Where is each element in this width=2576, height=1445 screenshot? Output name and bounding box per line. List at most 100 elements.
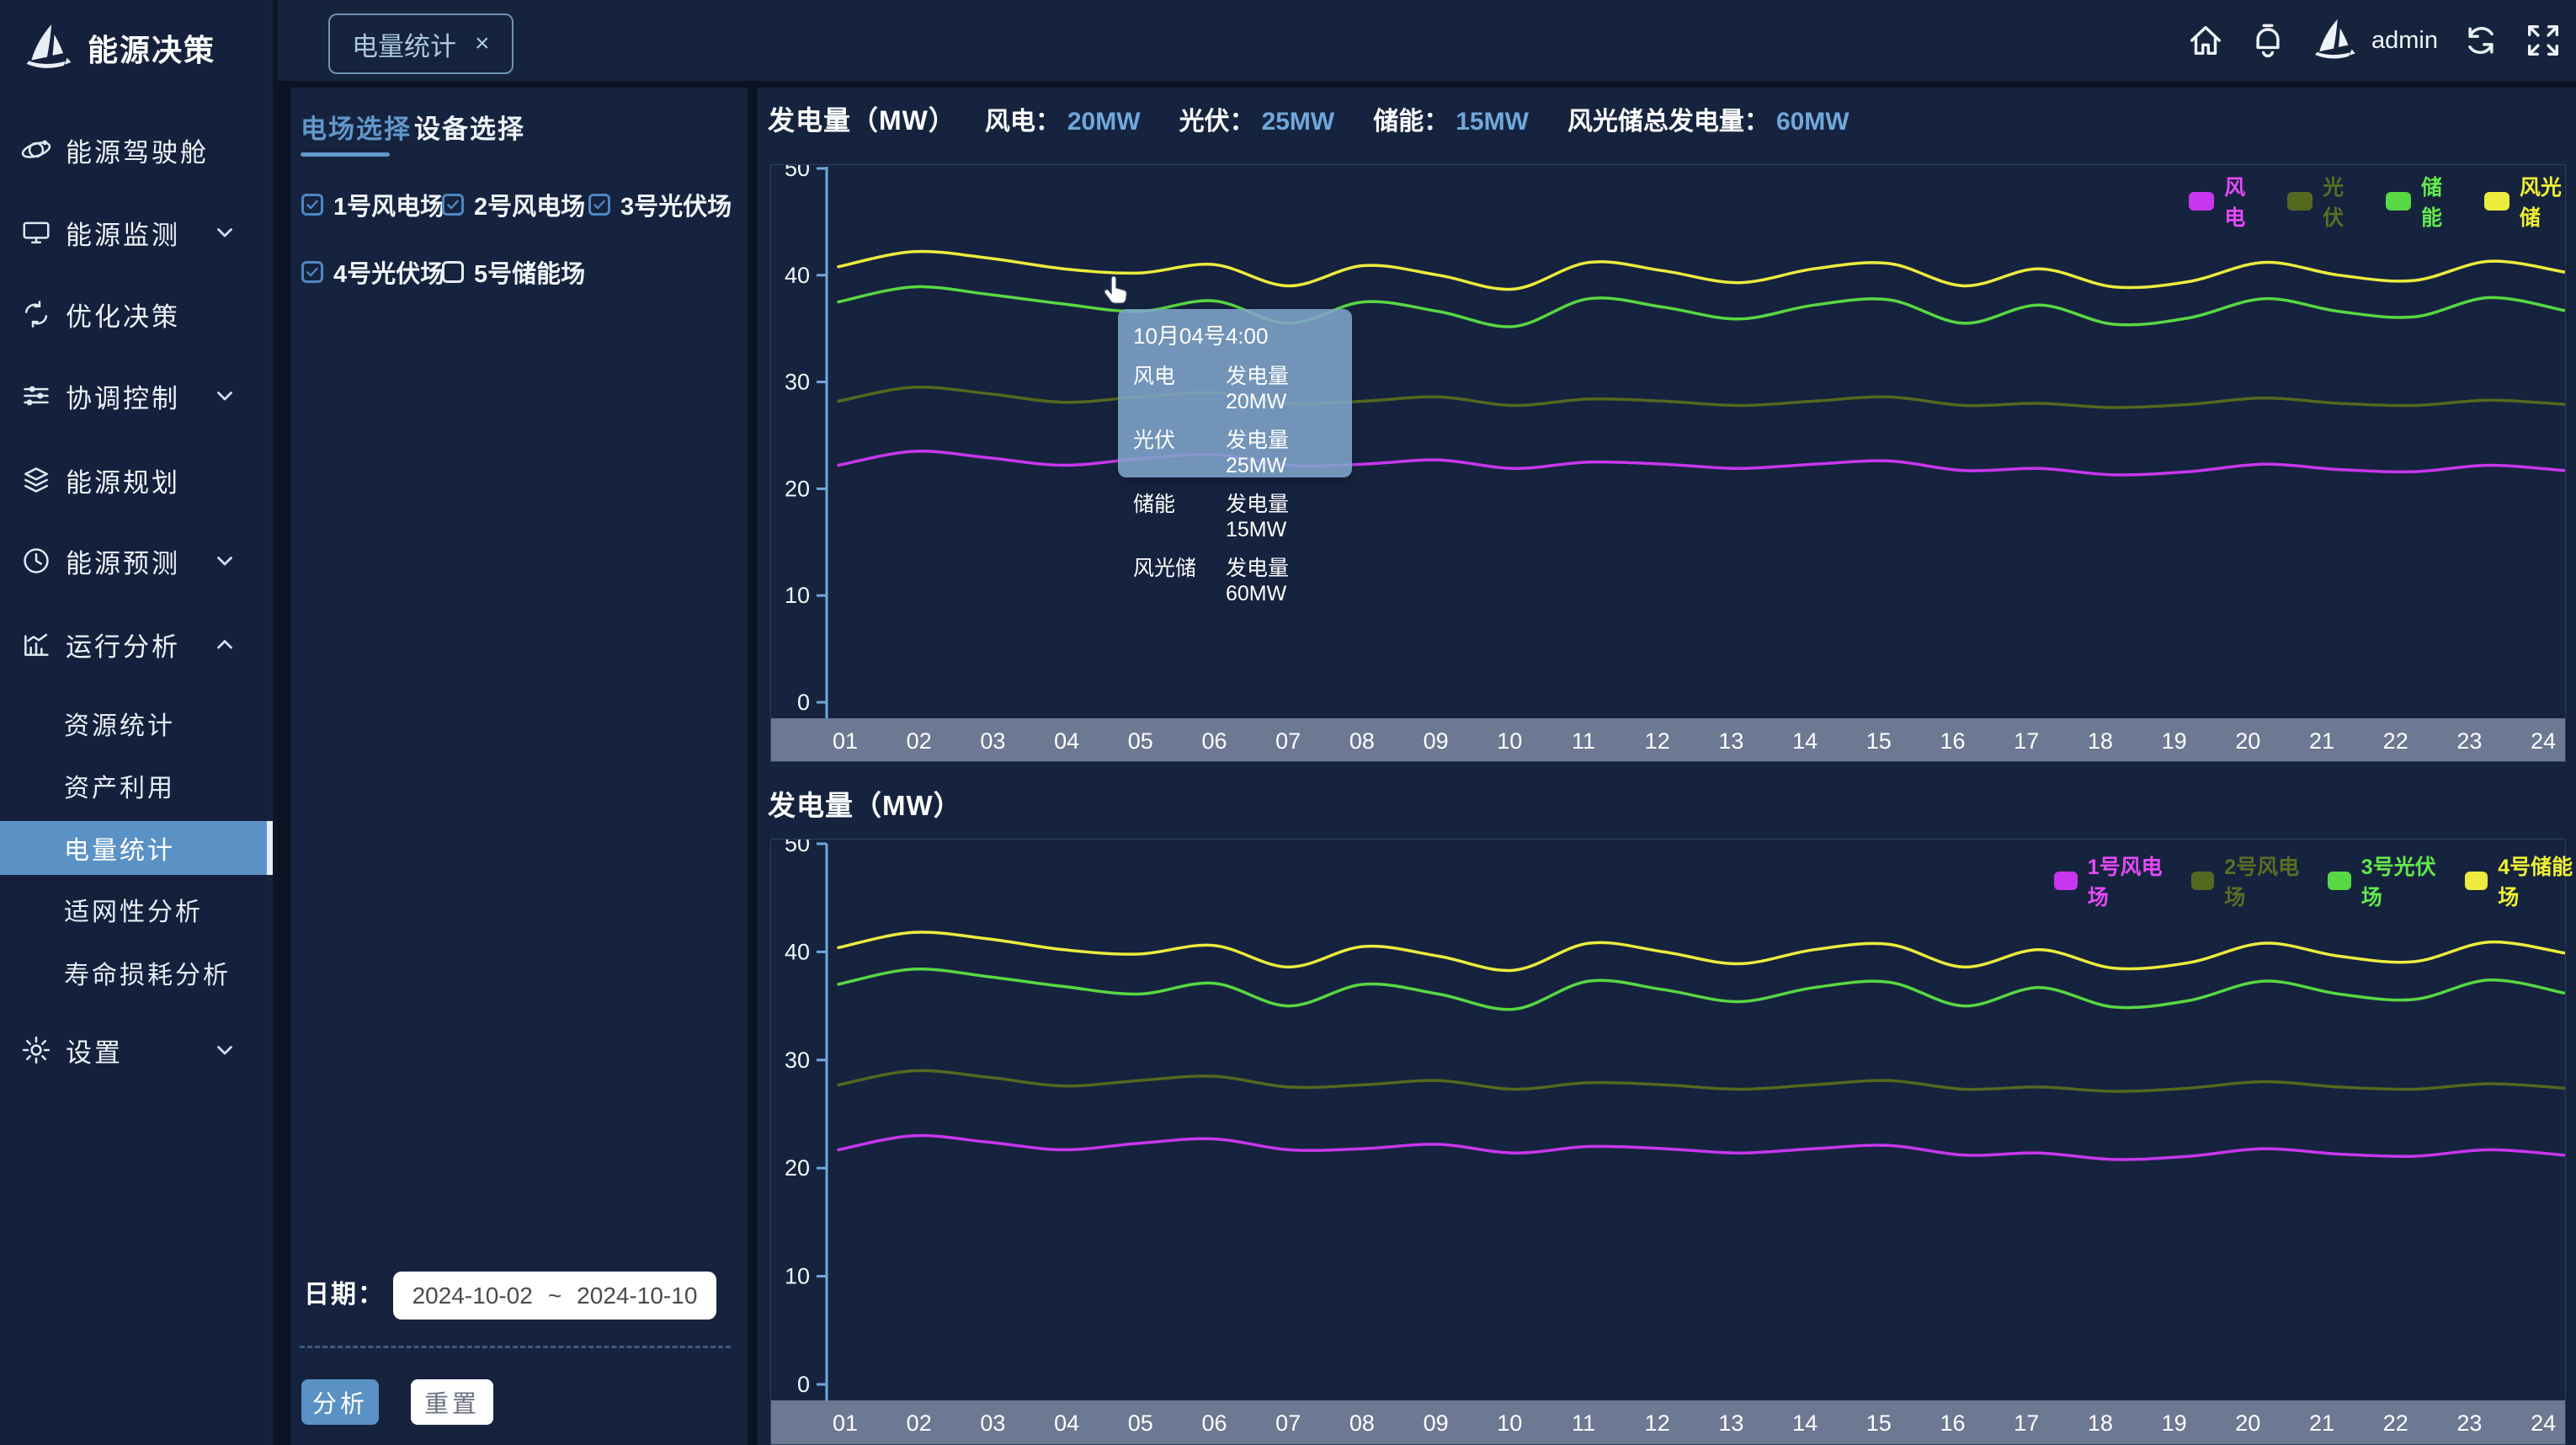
legend-item-4号储能场[interactable]: 4号储能场 (2465, 850, 2576, 911)
farm-checkbox-label: 4号光伏场 (333, 254, 444, 290)
sidebar-item-3[interactable]: 协调控制 (0, 371, 273, 421)
sidebar-item-1[interactable]: 能源监测 (0, 207, 273, 258)
sidebar-subitem-资产利用[interactable]: 资产利用 (0, 760, 268, 811)
svg-text:0: 0 (797, 1372, 810, 1397)
tooltip-series-name: 光伏 (1133, 424, 1226, 478)
chart-tooltip: 10月04号4:00 风电发电量20MW光伏发电量25MW储能发电量15MW风光… (1118, 309, 1352, 477)
sidebar-item-2[interactable]: 优化决策 (0, 289, 273, 339)
sidebar-item-4[interactable]: 能源规划 (0, 455, 273, 505)
chevron-up-icon (212, 632, 237, 657)
tooltip-series-name: 储能 (1133, 488, 1226, 542)
farm-checkbox-5号储能场[interactable]: 5号储能场 (442, 254, 585, 290)
tooltip-series-name: 风光储 (1133, 552, 1226, 606)
sidebar-subitem-资源统计[interactable]: 资源统计 (0, 698, 268, 749)
sidebar-subitem-label: 寿命损耗分析 (64, 954, 231, 991)
svg-text:18: 18 (2088, 728, 2113, 754)
svg-text:10: 10 (785, 583, 810, 608)
sidebar-item-7[interactable]: 设置 (0, 1025, 273, 1075)
svg-text:03: 03 (980, 728, 1005, 754)
chevron-down-icon (212, 1037, 237, 1063)
bell-icon[interactable] (2249, 21, 2287, 60)
chevron-down-icon (212, 383, 237, 408)
dashed-divider (300, 1346, 731, 1348)
sidebar-subitem-寿命损耗分析[interactable]: 寿命损耗分析 (0, 947, 268, 998)
checkbox-checked-icon[interactable] (442, 194, 464, 216)
tab-close-icon[interactable]: × (475, 29, 490, 58)
svg-text:20: 20 (785, 1155, 810, 1181)
svg-text:01: 01 (833, 728, 858, 754)
svg-text:11: 11 (1572, 728, 1595, 754)
svg-text:15: 15 (1866, 728, 1892, 754)
home-icon[interactable] (2186, 21, 2225, 60)
svg-text:19: 19 (2162, 728, 2187, 754)
tooltip-series-value: 发电量60MW (1226, 552, 1337, 606)
sidebar-item-label: 能源预测 (66, 542, 180, 580)
svg-text:12: 12 (1645, 728, 1670, 754)
svg-text:13: 13 (1718, 728, 1743, 754)
checkbox-checked-icon[interactable] (588, 194, 610, 216)
sidebar-item-0[interactable]: 能源驾驶舱 (0, 125, 273, 175)
sailboat-logo-icon (22, 22, 74, 74)
chevron-down-icon (212, 548, 237, 573)
app-title: 能源决策 (88, 26, 216, 70)
legend-item-风光储[interactable]: 风光储 (2484, 171, 2576, 232)
legend-swatch-icon (2054, 872, 2078, 890)
svg-text:04: 04 (1054, 1410, 1079, 1436)
sidebar-subitem-电量统计[interactable]: 电量统计 (0, 821, 268, 875)
fullscreen-icon[interactable] (2524, 21, 2563, 60)
svg-text:02: 02 (907, 1410, 932, 1436)
legend-item-3号光伏场[interactable]: 3号光伏场 (2328, 850, 2440, 911)
tab-power-statistics[interactable]: 电量统计 × (328, 13, 514, 74)
reset-button[interactable]: 重置 (411, 1379, 493, 1425)
generation-line-chart-1[interactable]: 0102030405001020304050607080910111213141… (771, 165, 2565, 761)
farm-checkbox-label: 5号储能场 (474, 254, 585, 290)
gear-icon (20, 1034, 52, 1066)
refresh-icon[interactable] (2462, 21, 2500, 60)
generation-line-chart-2[interactable]: 0102030405001020304050607080910111213141… (771, 840, 2565, 1444)
sidebar-item-label: 能源规划 (66, 461, 180, 499)
optimize-icon (20, 298, 52, 330)
farm-checkbox-3号光伏场[interactable]: 3号光伏场 (588, 187, 732, 222)
legend-item-1号风电场[interactable]: 1号风电场 (2054, 850, 2166, 911)
sidebar-subitem-label: 资产利用 (64, 767, 175, 804)
checkbox-unchecked-icon[interactable] (442, 261, 464, 283)
legend-item-2号风电场[interactable]: 2号风电场 (2191, 850, 2303, 911)
svg-text:14: 14 (1792, 1410, 1818, 1436)
brand: 能源决策 (0, 17, 278, 79)
stat-label: 风光储总发电量： (1567, 100, 1770, 137)
sidebar-item-label: 设置 (66, 1032, 123, 1069)
check-icon (445, 197, 460, 212)
legend-item-储能[interactable]: 储能 (2386, 171, 2459, 232)
checkbox-checked-icon[interactable] (301, 194, 323, 216)
farm-checkbox-2号风电场[interactable]: 2号风电场 (442, 187, 585, 222)
svg-text:05: 05 (1128, 1410, 1153, 1436)
stat-value: 60MW (1776, 108, 1850, 136)
tooltip-series-value: 发电量20MW (1226, 360, 1337, 414)
svg-text:07: 07 (1275, 1410, 1301, 1436)
farm-checkbox-label: 3号光伏场 (620, 187, 732, 222)
legend-swatch-icon (2386, 192, 2411, 211)
checkbox-checked-icon[interactable] (301, 261, 323, 283)
date-start: 2024-10-02 (412, 1282, 533, 1309)
layers-icon (20, 464, 52, 496)
chart-panel: 发电量（MW） 风电：20MW光伏：25MW储能：15MW风光储总发电量：60M… (758, 88, 2576, 1445)
tab-device-select[interactable]: 设备选择 (414, 108, 525, 146)
tab-farm-select[interactable]: 电场选择 (301, 108, 412, 146)
sidebar-item-5[interactable]: 能源预测 (0, 536, 273, 586)
sidebar-subitem-适网性分析[interactable]: 适网性分析 (0, 884, 268, 935)
farm-checkbox-1号风电场[interactable]: 1号风电场 (301, 187, 444, 222)
legend-item-光伏[interactable]: 光伏 (2287, 171, 2360, 232)
header-actions: admin (2186, 0, 2563, 81)
check-icon (305, 264, 320, 280)
date-range-input[interactable]: 2024-10-02 ~ 2024-10-10 (393, 1272, 716, 1320)
legend-item-风电[interactable]: 风电 (2189, 171, 2262, 232)
svg-text:20: 20 (2235, 1410, 2260, 1436)
svg-text:17: 17 (2014, 728, 2039, 754)
date-separator: ~ (548, 1282, 562, 1309)
farm-checkbox-4号光伏场[interactable]: 4号光伏场 (301, 254, 444, 290)
sidebar-item-6[interactable]: 运行分析 (0, 619, 273, 669)
user-name[interactable]: admin (2371, 27, 2438, 55)
svg-text:06: 06 (1201, 728, 1227, 754)
svg-text:12: 12 (1645, 1410, 1670, 1436)
analyze-button[interactable]: 分析 (301, 1379, 379, 1425)
